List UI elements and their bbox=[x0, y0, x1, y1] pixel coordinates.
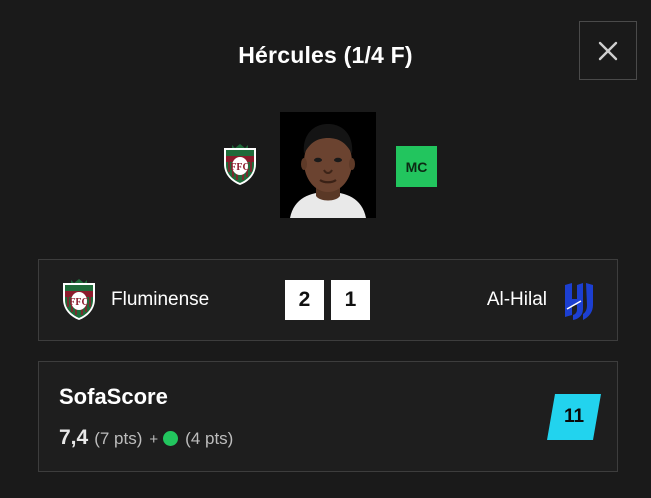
svg-text:FFC: FFC bbox=[230, 162, 249, 173]
total-points: 11 bbox=[563, 406, 585, 427]
rating-breakdown: 7,4 (7 pts) + (4 pts) bbox=[59, 426, 233, 450]
close-button[interactable] bbox=[579, 21, 637, 80]
plus-sign: + bbox=[149, 431, 159, 448]
away-team-name: Al-Hilal bbox=[486, 289, 547, 310]
rating-value: 7,4 bbox=[59, 426, 89, 449]
svg-text:FFC: FFC bbox=[69, 297, 88, 308]
close-icon bbox=[598, 41, 618, 60]
total-points-badge: 11 bbox=[547, 394, 601, 440]
position-badge: MC bbox=[396, 146, 437, 187]
rating-title: SofaScore bbox=[59, 384, 168, 409]
player-hero: FFC MC bbox=[0, 112, 651, 218]
home-team: FFC Fluminense bbox=[61, 260, 209, 340]
rating-card: SofaScore 7,4 (7 pts) + (4 pts) 11 bbox=[38, 361, 618, 472]
away-score: 1 bbox=[331, 280, 370, 320]
al-hilal-crest-icon bbox=[565, 283, 593, 320]
rating-points: (7 pts) bbox=[94, 429, 143, 448]
player-score-modal: Hércules (1/4 F) FFC MC FFC Fluminense 2… bbox=[0, 0, 651, 498]
player-photo bbox=[280, 112, 376, 218]
modal-title: Hércules (1/4 F) bbox=[238, 42, 413, 68]
fluminense-crest-icon: FFC bbox=[224, 144, 256, 185]
fluminense-crest-icon: FFC bbox=[63, 279, 95, 320]
bonus-dot-icon bbox=[163, 430, 179, 446]
home-score: 2 bbox=[285, 280, 324, 320]
home-team-name: Fluminense bbox=[111, 289, 210, 310]
away-team: Al-Hilal bbox=[487, 260, 597, 340]
match-card[interactable]: FFC Fluminense 2 1 Al-Hilal bbox=[38, 259, 618, 341]
bonus-points: (4 pts) bbox=[185, 429, 234, 448]
